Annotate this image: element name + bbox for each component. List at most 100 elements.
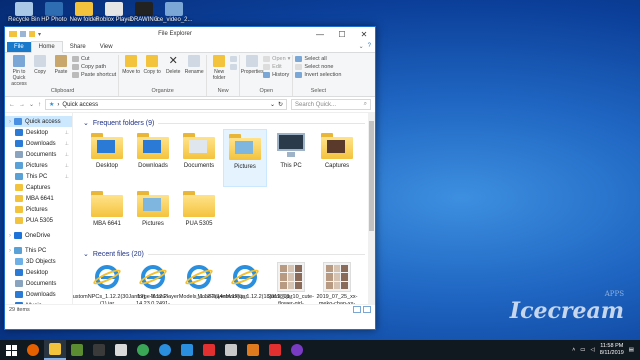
refresh-icon[interactable]: ↻ xyxy=(278,101,283,108)
taskbar-button[interactable] xyxy=(220,340,242,360)
scrollbar-thumb[interactable] xyxy=(369,121,374,231)
folder-tile[interactable]: MBA 6641 xyxy=(85,187,129,245)
taskbar-button[interactable] xyxy=(66,340,88,360)
select-all-button[interactable]: Select all xyxy=(295,56,341,62)
taskbar-button[interactable] xyxy=(88,340,110,360)
expand-ribbon-icon[interactable]: ⌄ xyxy=(359,43,364,50)
tab-share[interactable]: Share xyxy=(63,42,93,52)
folder-tile[interactable]: Captures xyxy=(315,129,359,187)
nav-item[interactable]: Pictures xyxy=(5,204,72,215)
recent-file-tile[interactable]: CustomNPCs_1.12.2(30Jan19)(1).jar xyxy=(73,260,145,304)
folder-tile[interactable]: Desktop xyxy=(85,129,129,187)
taskbar-button[interactable] xyxy=(22,340,44,360)
rename-button[interactable]: Rename xyxy=(184,55,204,88)
copy-path-button[interactable]: Copy path xyxy=(72,64,116,70)
vertical-scrollbar[interactable] xyxy=(368,113,375,304)
nav-item[interactable]: Desktop xyxy=(5,267,72,278)
recent-files-header[interactable]: ⌄ Recent files (20) xyxy=(83,248,365,260)
nav-item[interactable]: PUA 5305 xyxy=(5,215,72,226)
taskbar-button[interactable] xyxy=(110,340,132,360)
edit-button[interactable]: Edit xyxy=(263,64,290,70)
history-button[interactable]: History xyxy=(263,72,290,78)
back-arrow-icon[interactable]: ← xyxy=(9,102,15,108)
folder-tile[interactable]: PUA 5305 xyxy=(177,187,221,245)
new-item-icon[interactable] xyxy=(230,56,238,62)
folder-tile[interactable]: Documents xyxy=(177,129,221,187)
paste-button[interactable]: Paste xyxy=(51,55,71,88)
recent-file-tile[interactable]: 2019_08_10_cute-flower-girl-13315707.png xyxy=(268,260,314,304)
desktop-icon[interactable]: ice_video_2... xyxy=(152,2,196,23)
up-arrow-icon[interactable]: ↑ xyxy=(38,102,41,108)
nav-item[interactable]: Downloads xyxy=(5,289,72,300)
recent-locations-icon[interactable]: ⌄ xyxy=(29,101,34,108)
nav-item[interactable]: › This PC xyxy=(5,245,72,256)
copy-button[interactable]: Copy xyxy=(30,55,50,88)
nav-item[interactable]: › Quick access xyxy=(5,116,72,127)
minimize-button[interactable]: — xyxy=(309,27,331,41)
properties-button[interactable]: Properties xyxy=(241,55,264,88)
nav-item[interactable]: Desktop ⊥ xyxy=(5,127,72,138)
folder-tile[interactable]: Downloads xyxy=(131,129,175,187)
recent-file-tile[interactable]: 2019_07_25_xx-meko-chan-xx-13239353.png xyxy=(315,260,359,304)
copy-to-button[interactable]: Copy to xyxy=(142,55,162,88)
close-button[interactable]: ✕ xyxy=(352,27,375,41)
folder-tile[interactable]: This PC xyxy=(269,129,313,187)
tab-view[interactable]: View xyxy=(93,42,120,52)
frequent-folders-header[interactable]: ⌄ Frequent folders (9) xyxy=(83,117,365,129)
taskbar-button[interactable] xyxy=(132,340,154,360)
show-hidden-icons-icon[interactable]: ˄ xyxy=(572,347,575,353)
nav-item[interactable]: Captures xyxy=(5,182,72,193)
taskbar-button[interactable] xyxy=(44,340,66,360)
taskbar-button[interactable] xyxy=(242,340,264,360)
delete-button[interactable]: ✕ Delete xyxy=(163,55,183,88)
nav-item[interactable]: Downloads ⊥ xyxy=(5,138,72,149)
invert-selection-button[interactable]: Invert selection xyxy=(295,72,341,78)
taskbar-button[interactable] xyxy=(154,340,176,360)
cut-button[interactable]: Cut xyxy=(72,56,116,62)
taskbar-button[interactable] xyxy=(0,340,22,360)
help-icon[interactable]: ? xyxy=(368,43,371,50)
pin-to-quick-access-button[interactable]: Pin to Quick access xyxy=(9,55,29,88)
tab-home[interactable]: Home xyxy=(30,41,63,53)
forward-arrow-icon[interactable]: → xyxy=(19,102,25,108)
open-button[interactable]: Open ▾ xyxy=(263,56,290,62)
nav-item[interactable]: Documents ⊥ xyxy=(5,149,72,160)
nav-item[interactable]: MBA 6641 xyxy=(5,193,72,204)
easy-access-icon[interactable] xyxy=(230,64,238,70)
nav-item[interactable]: This PC ⊥ xyxy=(5,171,72,182)
expand-chevron-icon[interactable]: › xyxy=(9,248,11,254)
address-dropdown-icon[interactable]: ⌄ xyxy=(270,101,275,108)
breadcrumb-quick-access[interactable]: Quick access xyxy=(62,102,98,108)
maximize-button[interactable]: ☐ xyxy=(331,27,353,41)
volume-icon[interactable]: ◁ xyxy=(591,347,595,353)
expand-chevron-icon[interactable]: › xyxy=(9,233,11,239)
move-to-button[interactable]: Move to xyxy=(121,55,141,88)
folder-tile[interactable]: Pictures xyxy=(131,187,175,245)
recent-file-tile[interactable]: MorePlayerModels_1.12.2(18jan18).jar xyxy=(197,260,293,304)
large-icons-view-icon[interactable] xyxy=(363,306,371,313)
notifications-icon[interactable]: ▤ xyxy=(629,347,634,353)
details-view-icon[interactable] xyxy=(353,306,361,313)
select-none-button[interactable]: Select none xyxy=(295,64,341,70)
paste-shortcut-button[interactable]: Paste shortcut xyxy=(72,72,116,78)
expand-chevron-icon[interactable]: › xyxy=(9,119,11,125)
nav-item[interactable]: › OneDrive xyxy=(5,230,72,241)
network-icon[interactable]: ▭ xyxy=(580,347,585,353)
new-folder-button[interactable]: New folder xyxy=(209,55,229,88)
tab-file[interactable]: File xyxy=(7,42,31,52)
taskbar-button[interactable] xyxy=(198,340,220,360)
search-box[interactable]: Search Quick... ⌕ xyxy=(291,99,371,110)
save-icon[interactable] xyxy=(20,31,26,37)
nav-item[interactable]: 3D Objects xyxy=(5,256,72,267)
clock[interactable]: 11:58 PM 8/11/2019 xyxy=(600,343,624,357)
nav-item[interactable]: Music xyxy=(5,300,72,304)
folder-tile[interactable]: Pictures xyxy=(223,129,267,187)
customize-quick-access-icon[interactable]: ▾ xyxy=(38,31,41,38)
nav-item[interactable]: Pictures ⊥ xyxy=(5,160,72,171)
address-bar[interactable]: ★ › Quick access ⌄ ↻ xyxy=(45,99,287,110)
nav-item[interactable]: Documents xyxy=(5,278,72,289)
taskbar-button[interactable] xyxy=(264,340,286,360)
new-folder-icon[interactable] xyxy=(29,31,35,37)
taskbar-button[interactable] xyxy=(176,340,198,360)
taskbar-button[interactable] xyxy=(286,340,308,360)
